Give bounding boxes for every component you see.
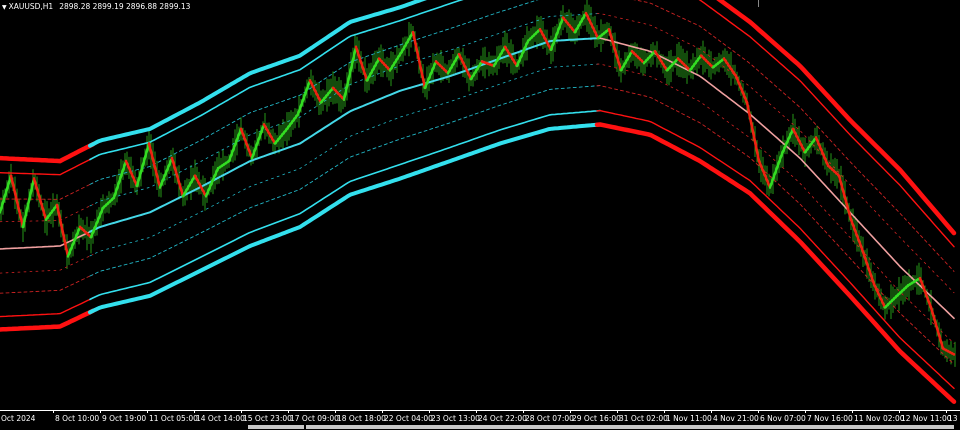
zigzag-segment xyxy=(860,247,876,286)
upper-band-line xyxy=(716,0,957,236)
time-tick-label: 15 Oct 23:00 xyxy=(243,414,292,423)
time-tick-label: 29 Oct 16:00 xyxy=(572,414,621,423)
time-tick-mark xyxy=(53,410,54,413)
symbol-label: XAUUSD,H1 xyxy=(8,2,54,11)
time-tick-mark xyxy=(570,410,571,413)
time-tick-mark xyxy=(429,410,430,413)
lower-band-inner xyxy=(596,109,955,390)
zigzag-segment xyxy=(112,159,128,199)
time-tick-label: 17 Oct 09:00 xyxy=(290,414,339,423)
zigzag-segment xyxy=(584,11,600,40)
time-tick-label: 8 Oct 10:00 xyxy=(55,414,100,423)
zigzag-segment xyxy=(411,30,427,90)
zigzag-segment xyxy=(434,60,450,75)
price-chart[interactable] xyxy=(0,0,960,410)
time-tick-mark xyxy=(288,410,289,413)
time-tick-label: 14 Oct 14:00 xyxy=(196,414,245,423)
zigzag-segment xyxy=(55,203,70,258)
time-tick-label: 22 Oct 04:00 xyxy=(384,414,433,423)
time-tick-label: 11 Oct 05:00 xyxy=(149,414,198,423)
lower-dash-line xyxy=(596,85,955,365)
zigzag-segment xyxy=(526,27,542,43)
zigzag-segment xyxy=(722,57,738,78)
zigzag-segment xyxy=(745,101,761,163)
time-tick-mark xyxy=(805,410,806,413)
time-tick-mark xyxy=(899,410,900,413)
time-tick-label: 7 Nov 16:00 xyxy=(807,414,853,423)
time-tick-label: 11 Nov 02:00 xyxy=(854,414,905,423)
time-tick-mark xyxy=(617,410,618,413)
time-tick-mark xyxy=(852,410,853,413)
time-tick-mark xyxy=(523,410,524,413)
time-tick-label: Oct 2024 xyxy=(1,414,36,423)
time-tick-label: 4 Nov 21:00 xyxy=(713,414,759,423)
zigzag-segment xyxy=(9,174,25,229)
candles-layer xyxy=(0,0,956,367)
lower-dash-line xyxy=(0,274,94,294)
zigzag-segment xyxy=(929,306,945,350)
lower-dot-line xyxy=(596,63,955,344)
time-tick-label: 18 Oct 18:00 xyxy=(337,414,386,423)
zigzag-segment xyxy=(768,152,784,189)
time-tick-label: 13 Nov 20 xyxy=(948,414,960,423)
upper-band-line xyxy=(88,0,427,148)
zigzag-segment xyxy=(296,79,312,116)
time-tick-label: 12 Nov 11:00 xyxy=(901,414,952,423)
zigzag-segment xyxy=(0,174,13,214)
time-tick-label: 23 Oct 13:00 xyxy=(431,414,480,423)
time-tick-mark xyxy=(382,410,383,413)
zigzag-segment xyxy=(342,45,358,101)
chart-area[interactable]: ▼ XAUUSD,H1 2898.28 2899.19 2896.88 2899.1… xyxy=(0,0,960,410)
lower-dot-line xyxy=(0,254,94,274)
zigzag-segment xyxy=(170,156,185,198)
lower-band-inner xyxy=(0,297,94,318)
zigzag-segment xyxy=(630,49,646,65)
zigzag-segment xyxy=(158,156,174,189)
time-tick-mark xyxy=(100,410,101,413)
time-tick-label: 1 Nov 11:00 xyxy=(666,414,712,423)
time-tick-mark xyxy=(147,410,148,413)
ohlc-values: 2898.28 2899.19 2896.88 2899.13 xyxy=(59,2,191,11)
time-tick-label: 6 Nov 07:00 xyxy=(760,414,806,423)
time-tick-label: 31 Oct 02:00 xyxy=(619,414,668,423)
zigzag-segment xyxy=(21,177,36,229)
top-divider xyxy=(758,0,759,7)
time-tick-mark xyxy=(194,410,195,413)
zigzag-segment xyxy=(250,123,266,160)
time-tick-mark xyxy=(335,410,336,413)
scroll-bar-segment[interactable] xyxy=(306,425,954,429)
lower-band-line xyxy=(88,122,602,315)
zigzag-segment xyxy=(918,276,933,309)
time-tick-label: 28 Oct 07:00 xyxy=(525,414,574,423)
time-tick-label: 9 Oct 19:00 xyxy=(102,414,147,423)
horizontal-scrollbar[interactable] xyxy=(248,425,304,429)
time-tick-mark xyxy=(711,410,712,413)
collapse-arrow-icon[interactable]: ▼ xyxy=(2,4,7,11)
upper-band-inner xyxy=(698,0,955,248)
time-tick-mark xyxy=(476,410,477,413)
time-tick-label: 24 Oct 22:00 xyxy=(478,414,527,423)
symbol-header: ▼ XAUUSD,H1 2898.28 2899.19 2896.88 2899.1… xyxy=(2,2,190,11)
time-tick-mark xyxy=(664,410,665,413)
time-tick-mark xyxy=(946,410,947,413)
zigzag-segment xyxy=(814,136,830,167)
upper-band-line xyxy=(0,141,96,164)
time-tick-mark xyxy=(758,410,759,413)
time-tick-mark xyxy=(241,410,242,413)
